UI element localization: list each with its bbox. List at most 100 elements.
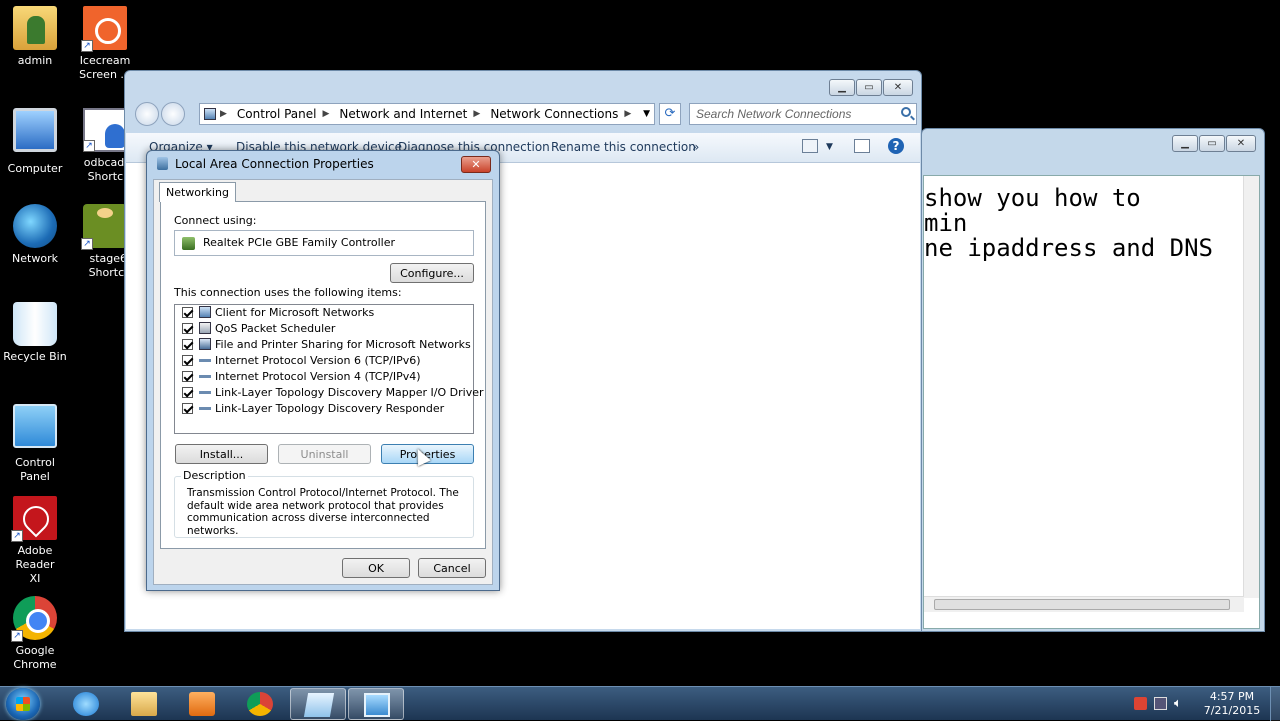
vertical-scrollbar[interactable] <box>1243 176 1259 598</box>
item-label: Internet Protocol Version 4 (TCP/IPv4) <box>215 370 421 383</box>
list-item[interactable]: Internet Protocol Version 4 (TCP/IPv4) <box>182 369 421 385</box>
view-options-icon[interactable] <box>802 139 818 153</box>
install-button[interactable]: Install... <box>175 444 268 464</box>
network-status-icon[interactable] <box>1154 697 1167 710</box>
forward-button[interactable] <box>161 102 185 126</box>
preview-pane-icon[interactable] <box>854 139 870 153</box>
list-item[interactable]: Link-Layer Topology Discovery Mapper I/O… <box>182 385 484 401</box>
close-button[interactable]: ✕ <box>1226 135 1256 152</box>
refresh-button[interactable]: ⟳ <box>659 103 681 125</box>
adapter-field: Realtek PCIe GBE Family Controller <box>174 230 474 256</box>
breadcrumb-network-connections[interactable]: Network Connections <box>490 107 618 121</box>
action-center-flag-icon[interactable] <box>1134 697 1147 710</box>
chrome-icon: ↗ <box>11 596 57 642</box>
back-button[interactable] <box>135 102 159 126</box>
search-icon[interactable] <box>901 107 911 117</box>
adobe-reader-icon: ↗ <box>11 496 57 542</box>
ok-button[interactable]: OK <box>342 558 410 578</box>
taskbar-internet-explorer[interactable] <box>58 688 114 720</box>
folder-icon <box>131 692 157 716</box>
maximize-button[interactable]: ▭ <box>856 79 882 96</box>
protocol-icon <box>199 359 211 362</box>
checkbox[interactable] <box>182 371 193 382</box>
horizontal-scrollbar[interactable] <box>924 596 1244 612</box>
control-panel-small-icon <box>204 108 216 120</box>
notepad-line: show you how to <box>924 184 1141 212</box>
desktop-icon-control-panel[interactable]: Control Panel <box>0 404 70 484</box>
list-item[interactable]: Internet Protocol Version 6 (TCP/IPv6) <box>182 353 421 369</box>
list-item[interactable]: File and Printer Sharing for Microsoft N… <box>182 337 471 353</box>
breadcrumb-control-panel[interactable]: Control Panel <box>237 107 317 121</box>
network-globe-icon <box>13 204 57 248</box>
start-button[interactable] <box>6 688 40 720</box>
desktop-icon-network[interactable]: Network <box>0 204 70 266</box>
protocol-icon <box>199 391 211 394</box>
stage6-shirt-icon: ↗ <box>81 204 127 250</box>
more-commands-button[interactable]: » <box>692 140 699 154</box>
checkbox[interactable] <box>182 307 193 318</box>
desktop-icon-computer[interactable]: Computer <box>0 108 70 176</box>
internet-explorer-icon <box>73 692 99 716</box>
maximize-button[interactable]: ▭ <box>1199 135 1225 152</box>
checkbox[interactable] <box>182 355 193 366</box>
explorer-caption-buttons: ▁ ▭ ✕ <box>829 79 913 96</box>
desktop-icon-recycle-bin[interactable]: Recycle Bin <box>0 302 70 364</box>
notepad-window[interactable]: ▁ ▭ ✕ show you how to min ne ipaddress and… <box>921 128 1265 632</box>
taskbar: 🔈︎ 4:57 PM 7/21/2015 <box>0 686 1280 721</box>
address-row: ▶ Control Panel ▶ Network and Internet ▶… <box>131 101 917 127</box>
help-icon[interactable]: ? <box>888 138 904 154</box>
scrollbar-thumb[interactable] <box>934 599 1230 610</box>
uninstall-button[interactable]: Uninstall <box>278 444 371 464</box>
taskbar-control-panel[interactable] <box>348 688 404 720</box>
show-desktop-button[interactable] <box>1270 687 1280 721</box>
chevron-down-icon[interactable]: ▼ <box>826 142 833 152</box>
dropdown-arrow-icon[interactable]: ▼ <box>643 109 650 119</box>
shortcut-arrow-icon: ↗ <box>81 40 93 52</box>
breadcrumb-network-and-internet[interactable]: Network and Internet <box>339 107 467 121</box>
desktop-icon-adobe-reader[interactable]: ↗ Adobe Reader XI <box>0 496 70 586</box>
checkbox[interactable] <box>182 323 193 334</box>
taskbar-notepad[interactable] <box>290 688 346 720</box>
checkbox[interactable] <box>182 387 193 398</box>
list-item[interactable]: Link-Layer Topology Discovery Responder <box>182 401 444 417</box>
breadcrumb[interactable]: ▶ Control Panel ▶ Network and Internet ▶… <box>199 103 655 125</box>
shortcut-arrow-icon: ↗ <box>83 140 95 152</box>
close-button[interactable]: ✕ <box>883 79 913 96</box>
desktop-icon-google-chrome[interactable]: ↗ Google Chrome <box>0 596 70 672</box>
cancel-button[interactable]: Cancel <box>418 558 486 578</box>
chevron-right-icon[interactable]: ▶ <box>473 109 480 119</box>
taskbar-windows-explorer[interactable] <box>116 688 172 720</box>
sharing-icon <box>199 338 211 350</box>
search-input[interactable] <box>689 103 917 125</box>
item-label: QoS Packet Scheduler <box>215 322 336 335</box>
protocol-icon <box>199 407 211 410</box>
dialog-body: Networking Connect using: Realtek PCIe G… <box>153 179 493 585</box>
local-area-connection-properties-dialog[interactable]: Local Area Connection Properties ✕ Netwo… <box>146 150 500 591</box>
shortcut-arrow-icon: ↗ <box>11 630 23 642</box>
list-item[interactable]: Client for Microsoft Networks <box>182 305 374 321</box>
taskbar-chrome[interactable] <box>232 688 288 720</box>
desktop-icon-label: Network <box>12 252 58 265</box>
rename-button[interactable]: Rename this connection <box>551 140 696 154</box>
minimize-button[interactable]: ▁ <box>829 79 855 96</box>
dialog-close-button[interactable]: ✕ <box>461 156 491 173</box>
shortcut-arrow-icon: ↗ <box>11 530 23 542</box>
volume-icon[interactable]: 🔈︎ <box>1174 697 1187 710</box>
notepad-text-area[interactable]: show you how to min ne ipaddress and DNS <box>923 175 1260 629</box>
checkbox[interactable] <box>182 403 193 414</box>
desktop-icon-admin[interactable]: admin <box>0 6 70 68</box>
chevron-right-icon[interactable]: ▶ <box>323 109 330 119</box>
clock[interactable]: 4:57 PM 7/21/2015 <box>1202 690 1262 718</box>
checkbox[interactable] <box>182 339 193 350</box>
items-label: This connection uses the following items… <box>174 286 402 299</box>
chevron-right-icon[interactable]: ▶ <box>220 109 227 119</box>
list-item[interactable]: QoS Packet Scheduler <box>182 321 335 337</box>
minimize-button[interactable]: ▁ <box>1172 135 1198 152</box>
taskbar-media-player[interactable] <box>174 688 230 720</box>
control-panel-icon <box>13 404 57 448</box>
tab-networking[interactable]: Networking <box>159 182 236 202</box>
chevron-right-icon[interactable]: ▶ <box>624 109 631 119</box>
configure-button[interactable]: Configure... <box>390 263 474 283</box>
protocol-icon <box>199 375 211 378</box>
components-list[interactable]: Client for Microsoft Networks QoS Packet… <box>174 304 484 434</box>
